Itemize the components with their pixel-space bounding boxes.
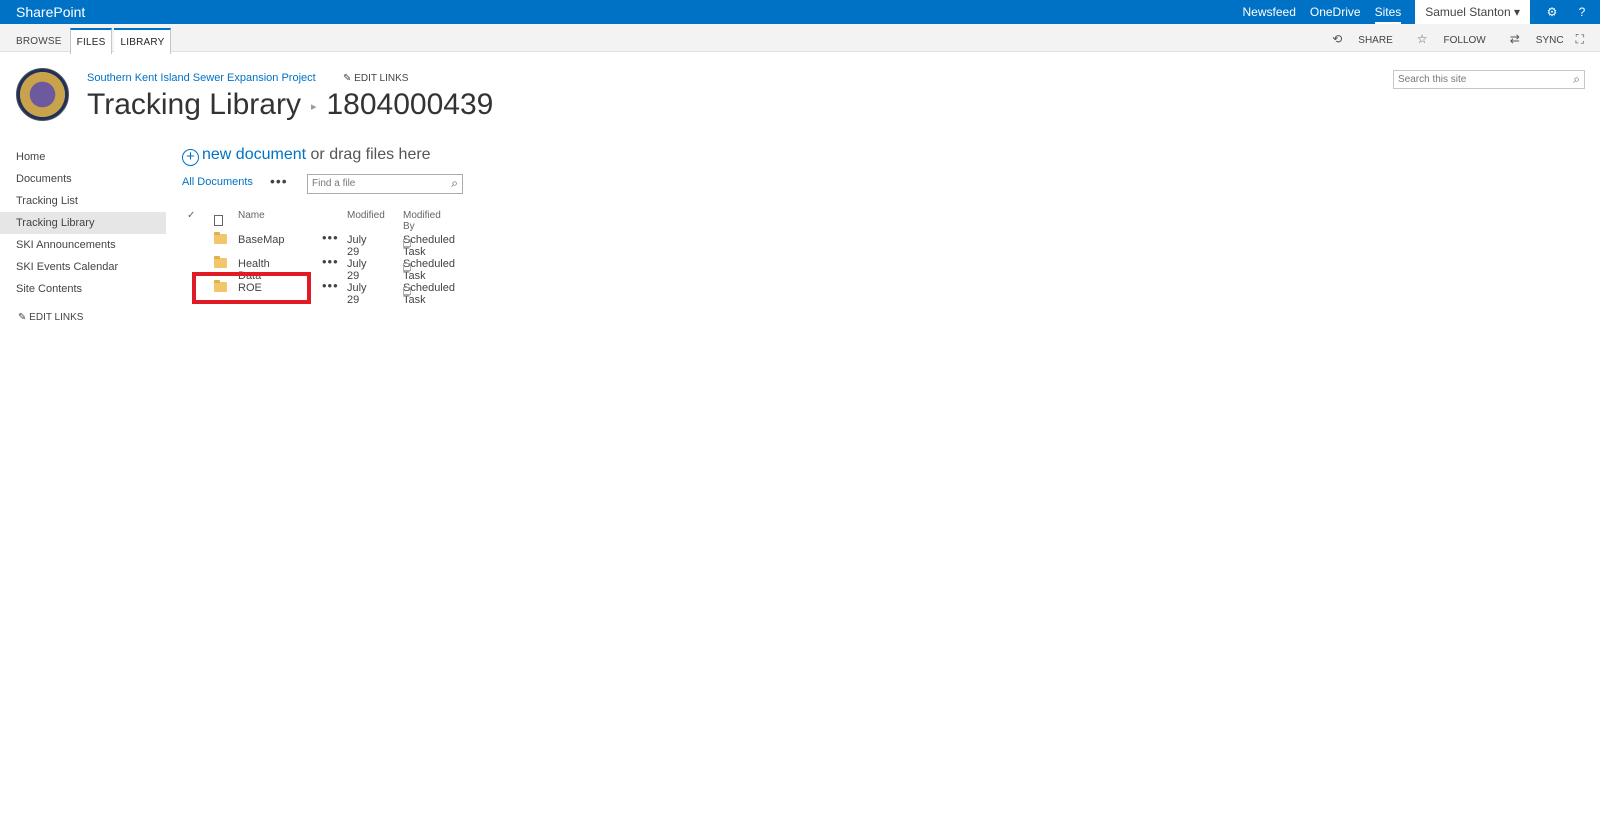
- item-modified-by[interactable]: Scheduled Task: [403, 282, 455, 306]
- nav-item-tracking-list[interactable]: Tracking List: [0, 190, 166, 212]
- edit-links-top[interactable]: ✎ EDIT LINKS: [343, 73, 408, 84]
- search-icon[interactable]: ⌕: [1573, 72, 1580, 87]
- new-document-link[interactable]: new document: [202, 146, 306, 163]
- page-title: Tracking Library ▸ 1804000439: [87, 88, 493, 122]
- sites-link[interactable]: Sites: [1374, 0, 1402, 24]
- sharepoint-brand[interactable]: SharePoint: [16, 4, 85, 20]
- nav-item-ski-announcements[interactable]: SKI Announcements: [0, 234, 166, 256]
- sync-button[interactable]: ⇄ SYNC: [1498, 32, 1564, 47]
- pencil-icon: ✎: [343, 73, 355, 84]
- nav-item-tracking-library[interactable]: Tracking Library: [0, 212, 166, 234]
- share-icon: ⟲: [1332, 32, 1343, 46]
- site-logo[interactable]: [16, 68, 69, 121]
- user-menu[interactable]: Samuel Stanton ▾: [1415, 0, 1530, 24]
- item-modified-by[interactable]: Scheduled Task: [403, 234, 455, 258]
- search-site-placeholder: Search this site: [1398, 74, 1467, 85]
- item-modified: July 29: [347, 282, 367, 306]
- ribbon-tabs: BROWSE FILES LIBRARY: [10, 28, 173, 54]
- ribbon: BROWSE FILES LIBRARY ⟲ SHARE ☆ FOLLOW ⇄ SYN…: [0, 24, 1600, 54]
- follow-label: FOLLOW: [1443, 35, 1486, 46]
- gear-icon[interactable]: ⚙: [1540, 5, 1564, 19]
- view-all-documents[interactable]: All Documents: [182, 176, 253, 188]
- nav-item-site-contents[interactable]: Site Contents: [0, 278, 166, 300]
- edit-links-label: EDIT LINKS: [354, 73, 409, 84]
- presence-icon: [403, 263, 411, 271]
- view-selector: All Documents •••: [182, 173, 287, 189]
- item-modified-by[interactable]: Scheduled Task: [403, 258, 455, 282]
- edit-links-nav-label: EDIT LINKS: [29, 312, 84, 323]
- sync-label: SYNC: [1535, 35, 1564, 46]
- search-site-input[interactable]: Search this site ⌕: [1393, 70, 1585, 89]
- add-icon[interactable]: +: [182, 149, 199, 166]
- presence-icon: [403, 287, 411, 295]
- presence-icon: [403, 239, 411, 247]
- ribbon-actions: ⟲ SHARE ☆ FOLLOW ⇄ SYNC ⛶: [1308, 32, 1588, 47]
- nav-item-documents[interactable]: Documents: [0, 168, 166, 190]
- folder-icon: [214, 256, 227, 268]
- highlight-box: [192, 272, 311, 304]
- drag-files-text: or drag files here: [310, 146, 431, 163]
- new-document-area: + new document or drag files here: [182, 146, 431, 166]
- folder-title: 1804000439: [326, 88, 494, 121]
- focus-content-icon[interactable]: ⛶: [1576, 32, 1584, 47]
- nav-item-ski-events-calendar[interactable]: SKI Events Calendar: [0, 256, 166, 278]
- star-icon: ☆: [1416, 32, 1428, 46]
- more-views-icon[interactable]: •••: [270, 173, 288, 189]
- help-icon[interactable]: ?: [1570, 5, 1594, 19]
- breadcrumb-arrow-icon: ▸: [310, 100, 317, 113]
- edit-links-nav[interactable]: ✎ EDIT LINKS: [0, 312, 166, 323]
- site-breadcrumb-link[interactable]: Southern Kent Island Sewer Expansion Pro…: [87, 72, 316, 84]
- suite-bar: SharePoint Newsfeed OneDrive Sites Samue…: [0, 0, 1600, 24]
- share-button[interactable]: ⟲ SHARE: [1320, 32, 1393, 47]
- item-menu-icon[interactable]: •••: [322, 230, 339, 245]
- item-modified: July 29: [347, 234, 367, 258]
- left-navigation: Home Documents Tracking List Tracking Li…: [0, 146, 166, 323]
- tab-browse[interactable]: BROWSE: [10, 28, 68, 54]
- item-name[interactable]: BaseMap: [238, 234, 284, 246]
- sync-icon: ⇄: [1509, 32, 1520, 46]
- nav-item-home[interactable]: Home: [0, 146, 166, 168]
- item-modified: July 29: [347, 258, 367, 282]
- item-menu-icon[interactable]: •••: [322, 278, 339, 293]
- item-menu-icon[interactable]: •••: [322, 254, 339, 269]
- follow-button[interactable]: ☆ FOLLOW: [1405, 32, 1486, 47]
- newsfeed-link[interactable]: Newsfeed: [1243, 5, 1296, 19]
- onedrive-link[interactable]: OneDrive: [1310, 5, 1361, 19]
- share-label: SHARE: [1358, 35, 1393, 46]
- tab-files[interactable]: FILES: [69, 28, 113, 54]
- find-file-placeholder: Find a file: [312, 178, 356, 189]
- suite-links: Newsfeed OneDrive Sites Samuel Stanton ▾…: [1243, 0, 1600, 24]
- column-header-modified[interactable]: Modified: [347, 210, 385, 221]
- find-file-input[interactable]: Find a file ⌕: [307, 174, 463, 194]
- pencil-icon: ✎: [18, 312, 30, 323]
- tab-library[interactable]: LIBRARY: [114, 28, 172, 54]
- column-header-modified-by[interactable]: Modified By: [403, 210, 441, 232]
- library-title[interactable]: Tracking Library: [87, 88, 301, 121]
- user-name: Samuel Stanton: [1425, 5, 1511, 19]
- search-icon[interactable]: ⌕: [451, 176, 458, 191]
- folder-icon: [214, 232, 227, 244]
- column-header-name[interactable]: Name: [238, 210, 265, 221]
- select-all-checkmark-icon[interactable]: ✓: [187, 210, 195, 221]
